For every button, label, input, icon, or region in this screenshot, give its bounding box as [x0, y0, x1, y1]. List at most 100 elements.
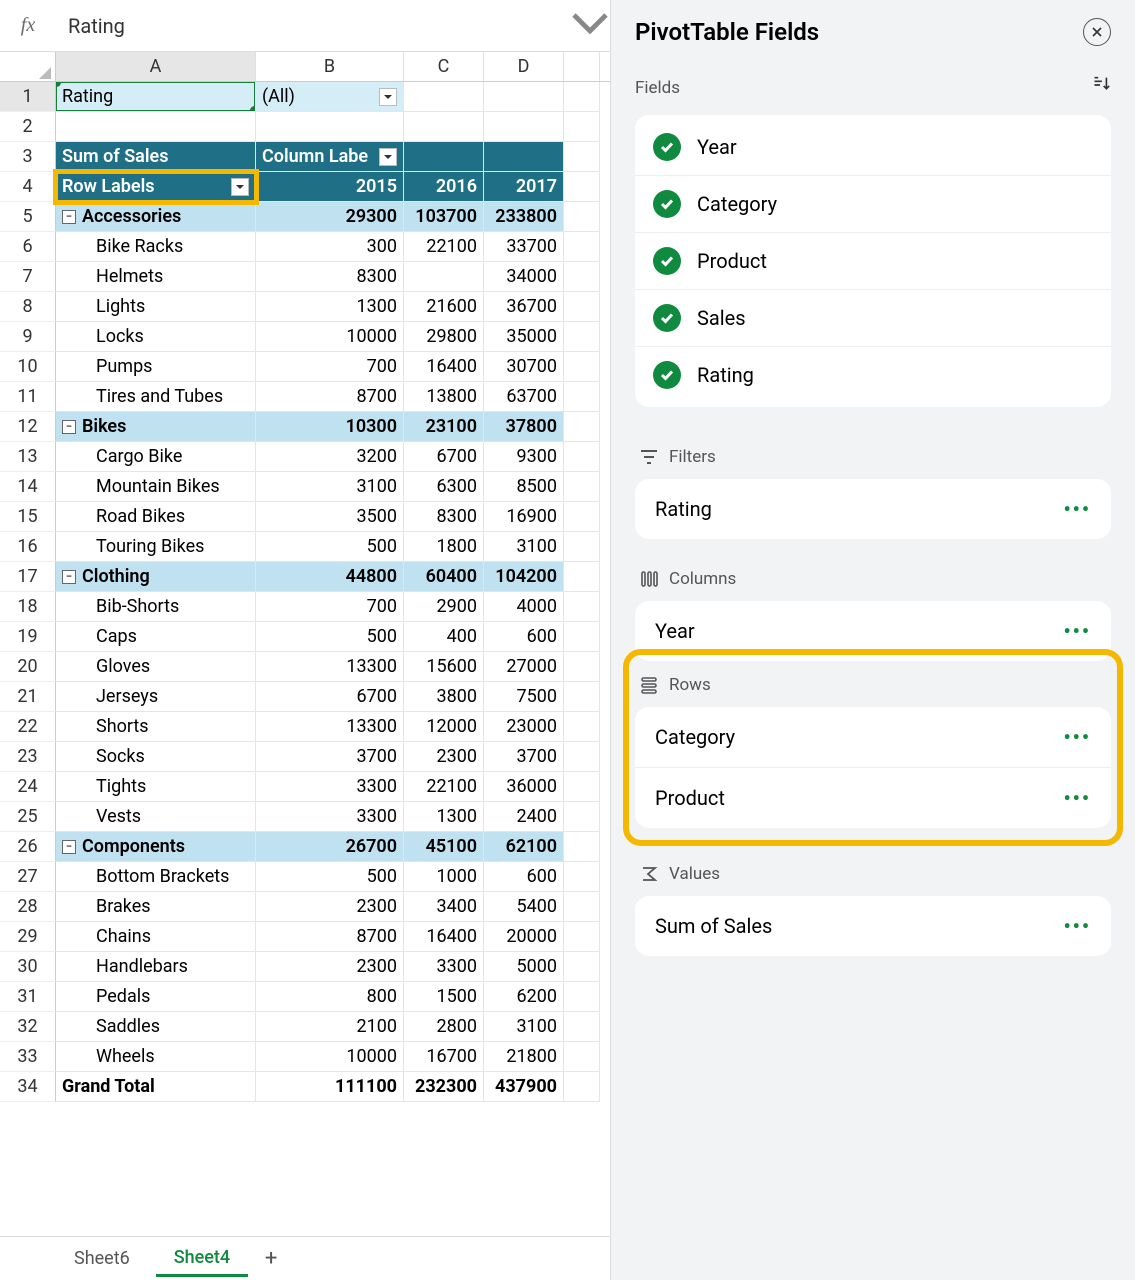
cell[interactable] — [564, 682, 600, 712]
row-number[interactable]: 8 — [0, 292, 56, 322]
value-cell[interactable]: 1300 — [256, 292, 404, 322]
grid[interactable]: 1 Rating (All) 2 3 — [0, 82, 610, 1102]
value-cell[interactable]: 12000 — [404, 712, 484, 742]
row-number[interactable]: 11 — [0, 382, 56, 412]
cell[interactable] — [564, 772, 600, 802]
value-cell[interactable]: 3500 — [256, 502, 404, 532]
row-number[interactable]: 34 — [0, 1072, 56, 1102]
value-cell[interactable]: 10000 — [256, 322, 404, 352]
cell[interactable] — [564, 1072, 600, 1102]
value-cell[interactable]: 5400 — [484, 892, 564, 922]
value-cell[interactable]: 21800 — [484, 1042, 564, 1072]
cell[interactable] — [564, 652, 600, 682]
value-cell[interactable]: 22100 — [404, 772, 484, 802]
value-cell[interactable]: 300 — [256, 232, 404, 262]
cell[interactable] — [564, 82, 600, 112]
value-cell[interactable]: 37800 — [484, 412, 564, 442]
value-cell[interactable]: 2900 — [404, 592, 484, 622]
row-number[interactable]: 14 — [0, 472, 56, 502]
col-header-a[interactable]: A — [56, 52, 256, 81]
cell[interactable] — [564, 1012, 600, 1042]
row-number[interactable]: 27 — [0, 862, 56, 892]
row-number[interactable]: 20 — [0, 652, 56, 682]
filter-value-cell[interactable]: (All) — [256, 82, 404, 112]
cell[interactable] — [564, 802, 600, 832]
cell[interactable] — [564, 382, 600, 412]
cell[interactable] — [484, 112, 564, 142]
value-cell[interactable]: 16700 — [404, 1042, 484, 1072]
row-number[interactable]: 32 — [0, 1012, 56, 1042]
cell[interactable] — [564, 562, 600, 592]
value-cell[interactable]: 3700 — [256, 742, 404, 772]
value-cell[interactable]: 1800 — [404, 532, 484, 562]
filter-label-cell[interactable]: Rating — [56, 82, 256, 112]
value-cell[interactable]: 23100 — [404, 412, 484, 442]
row-number[interactable]: 1 — [0, 82, 56, 112]
value-cell[interactable]: 30700 — [484, 352, 564, 382]
item-row[interactable]: Pumps — [56, 352, 256, 382]
row-number[interactable]: 29 — [0, 922, 56, 952]
cell[interactable] — [564, 862, 600, 892]
formula-input[interactable]: Rating — [56, 0, 570, 51]
cell[interactable] — [564, 202, 600, 232]
cell[interactable] — [564, 172, 600, 202]
item-row[interactable]: Chains — [56, 922, 256, 952]
value-cell[interactable]: 16400 — [404, 352, 484, 382]
value-cell[interactable]: 8300 — [256, 262, 404, 292]
item-row[interactable]: Bike Racks — [56, 232, 256, 262]
value-cell[interactable]: 600 — [484, 862, 564, 892]
item-row[interactable]: Touring Bikes — [56, 532, 256, 562]
row-labels-dropdown-icon[interactable] — [231, 178, 249, 196]
value-cell[interactable]: 104200 — [484, 562, 564, 592]
value-cell[interactable]: 33700 — [484, 232, 564, 262]
value-cell[interactable]: 29300 — [256, 202, 404, 232]
year-col[interactable]: 2017 — [484, 172, 564, 202]
cell[interactable] — [564, 472, 600, 502]
value-cell[interactable]: 8700 — [256, 382, 404, 412]
value-cell[interactable]: 800 — [256, 982, 404, 1012]
cell[interactable] — [564, 112, 600, 142]
cell[interactable] — [564, 232, 600, 262]
cell[interactable] — [564, 292, 600, 322]
row-number[interactable]: 5 — [0, 202, 56, 232]
value-cell[interactable]: 27000 — [484, 652, 564, 682]
value-cell[interactable]: 4000 — [484, 592, 564, 622]
value-cell[interactable]: 36700 — [484, 292, 564, 322]
column-labels-dropdown-icon[interactable] — [379, 148, 397, 166]
value-cell[interactable]: 29800 — [404, 322, 484, 352]
item-row[interactable]: Handlebars — [56, 952, 256, 982]
collapse-icon[interactable]: − — [62, 570, 76, 584]
value-cell[interactable]: 6700 — [256, 682, 404, 712]
value-cell[interactable]: 1000 — [404, 862, 484, 892]
value-cell[interactable]: 15600 — [404, 652, 484, 682]
cell[interactable] — [564, 832, 600, 862]
value-cell[interactable]: 13300 — [256, 652, 404, 682]
value-cell[interactable]: 232300 — [404, 1072, 484, 1102]
category-row[interactable]: −Clothing — [56, 562, 256, 592]
row-number[interactable]: 23 — [0, 742, 56, 772]
cell[interactable] — [564, 592, 600, 622]
value-cell[interactable]: 3700 — [484, 742, 564, 772]
item-row[interactable]: Saddles — [56, 1012, 256, 1042]
value-cell[interactable]: 22100 — [404, 232, 484, 262]
value-cell[interactable]: 44800 — [256, 562, 404, 592]
formula-dropdown-icon[interactable] — [570, 3, 610, 48]
item-row[interactable]: Wheels — [56, 1042, 256, 1072]
cell[interactable] — [564, 322, 600, 352]
year-col[interactable]: 2016 — [404, 172, 484, 202]
value-cell[interactable]: 45100 — [404, 832, 484, 862]
value-cell[interactable]: 13800 — [404, 382, 484, 412]
col-header-d[interactable]: D — [484, 52, 564, 81]
value-cell[interactable]: 63700 — [484, 382, 564, 412]
row-number[interactable]: 7 — [0, 262, 56, 292]
cell[interactable] — [564, 142, 600, 172]
row-number[interactable]: 22 — [0, 712, 56, 742]
value-cell[interactable]: 5000 — [484, 952, 564, 982]
item-row[interactable]: Locks — [56, 322, 256, 352]
item-row[interactable]: Cargo Bike — [56, 442, 256, 472]
item-row[interactable]: Socks — [56, 742, 256, 772]
cell[interactable] — [404, 82, 484, 112]
row-number[interactable]: 31 — [0, 982, 56, 1012]
value-cell[interactable]: 34000 — [484, 262, 564, 292]
item-row[interactable]: Lights — [56, 292, 256, 322]
